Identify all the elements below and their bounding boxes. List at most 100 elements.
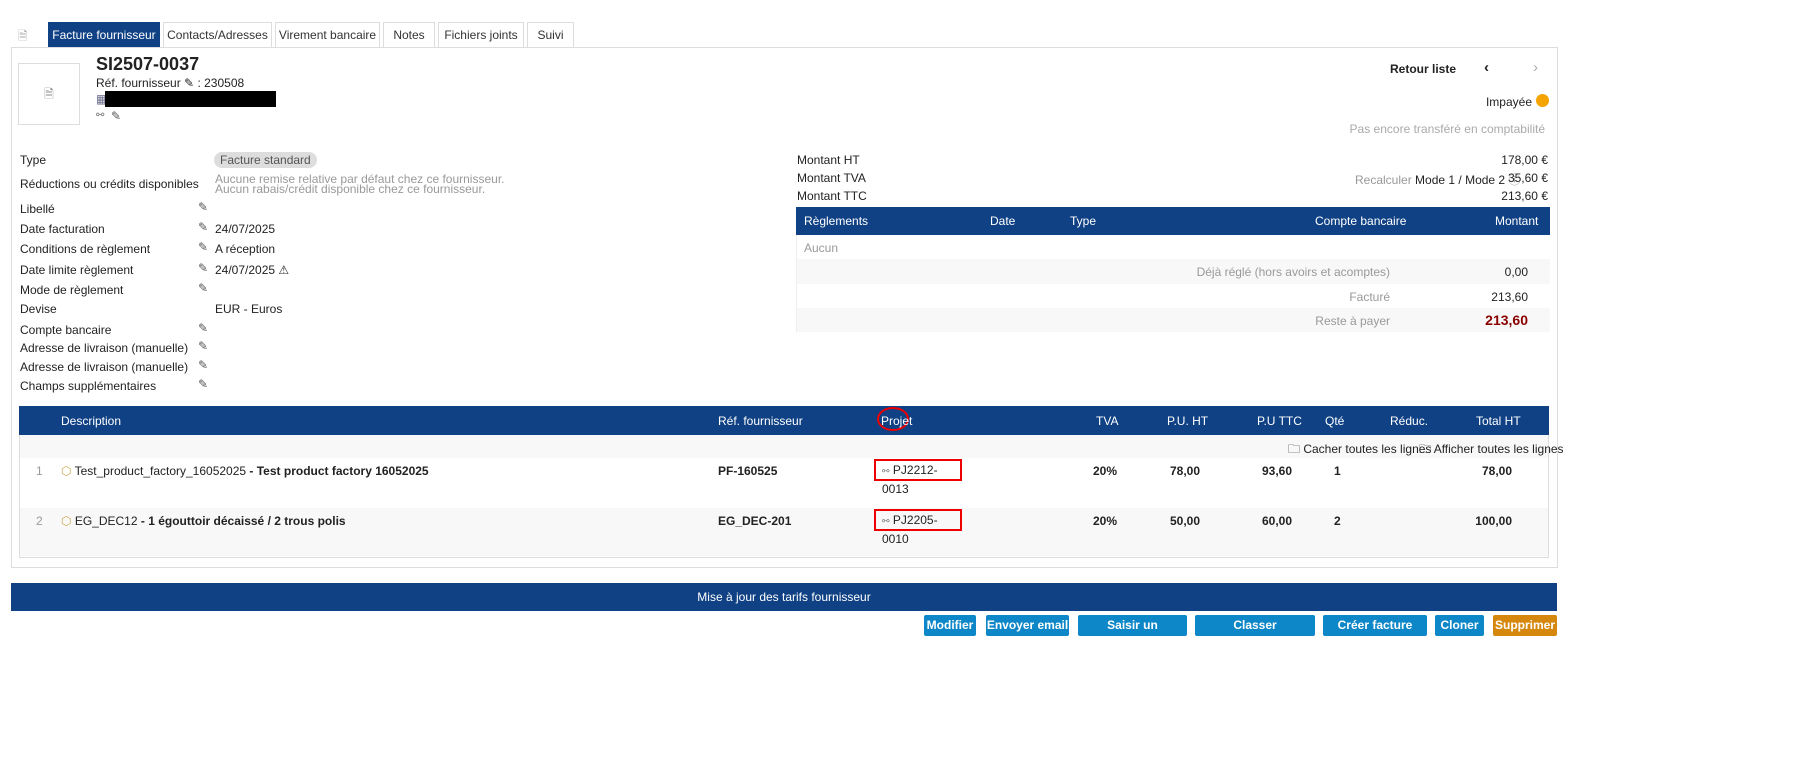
currency-label: Devise (20, 302, 57, 316)
line-qty: 1 (1334, 464, 1341, 478)
bank-account-label: Compte bancaire (20, 323, 112, 337)
paid-label: Déjà réglé (hors avoirs et acomptes) (1196, 265, 1390, 279)
amount-tva-label: Montant TVA (797, 171, 866, 185)
currency: EUR - Euros (215, 302, 283, 316)
pencil-icon[interactable]: ✎ (198, 240, 208, 254)
col-supplier-ref: Réf. fournisseur (718, 414, 803, 428)
tab-suivi[interactable]: Suivi (527, 22, 574, 48)
delivery-address-label-2: Adresse de livraison (manuelle) (20, 360, 189, 374)
update-supplier-prices-button[interactable]: Mise à jour des tarifs fournisseur (11, 583, 1557, 611)
back-to-list-link[interactable]: Retour liste (1390, 62, 1456, 76)
pencil-icon[interactable]: ✎ (198, 261, 208, 275)
delivery-address-label: Adresse de livraison (manuelle) (20, 341, 189, 355)
col-total-ht: Total HT (1476, 414, 1521, 428)
billed-label: Facturé (1349, 290, 1390, 304)
col-tva: TVA (1096, 414, 1119, 428)
line-number: 2 (36, 514, 43, 528)
col-date: Date (990, 214, 1016, 228)
tab-notes[interactable]: Notes (383, 22, 435, 48)
tab-fichiers[interactable]: Fichiers joints (438, 22, 524, 48)
invoice-icon: 🗎 (18, 29, 28, 43)
status-dot-icon (1536, 94, 1549, 107)
pencil-icon[interactable]: ✎ (111, 109, 121, 123)
pencil-icon[interactable]: ✎ (198, 339, 208, 353)
col-project: Projet (881, 414, 913, 428)
product-label: - 1 égouttoir décaissé / 2 trous polis (137, 514, 346, 528)
clone-button[interactable]: Cloner (1435, 615, 1484, 636)
tab-facture[interactable]: Facture fournisseur (48, 22, 160, 48)
line-pu-ttc: 60,00 (1261, 514, 1292, 528)
col-amount: Montant (1495, 214, 1539, 228)
line-total: 100,00 (1475, 514, 1512, 528)
tab-contacts[interactable]: Contacts/Adresses (163, 22, 272, 48)
line-pu-ttc: 93,60 (1261, 464, 1292, 478)
modify-button[interactable]: Modifier (924, 615, 976, 636)
pencil-icon[interactable]: ✎ (198, 321, 208, 335)
pencil-icon[interactable]: ✎ (198, 200, 208, 214)
amount-ttc-label: Montant TTC (797, 189, 867, 203)
col-pu-ttc: P.U TTC (1257, 414, 1302, 428)
col-bank: Compte bancaire (1315, 214, 1407, 228)
hide-all-lines-link[interactable]: 🗀 Cacher toutes les lignes (1288, 440, 1431, 461)
delete-button[interactable]: Supprimer (1493, 615, 1557, 636)
classify-abandoned-button[interactable]: Classer 'Abandonnée' (1195, 615, 1315, 653)
create-credit-note-button[interactable]: Créer facture avoir (1323, 615, 1427, 653)
type-badge: Facture standard (214, 152, 317, 168)
product-icon: ⬡ (61, 514, 72, 528)
pencil-icon[interactable]: ✎ (198, 281, 208, 295)
col-description: Description (61, 414, 122, 428)
supplier-ref-label: Réf. fournisseur (96, 76, 181, 90)
supplier-ref: : 230508 (197, 76, 245, 90)
line-tva: 20% (1093, 464, 1118, 478)
pencil-icon[interactable]: ✎ (184, 76, 194, 90)
extra-fields-label: Champs supplémentaires (20, 379, 157, 393)
line-number: 1 (36, 464, 43, 478)
due-date: 24/07/2025 ⚠ (215, 263, 290, 277)
pencil-icon[interactable]: ✎ (198, 358, 208, 372)
next-icon[interactable]: › (1533, 59, 1538, 76)
invoice-date-label: Date facturation (20, 222, 105, 236)
credit-info: Aucun rabais/crédit disponible chez ce f… (215, 182, 486, 196)
pencil-icon[interactable]: ✎ (198, 220, 208, 234)
no-payments: Aucun (804, 241, 839, 255)
pencil-icon[interactable]: ✎ (198, 377, 208, 391)
col-payments: Règlements (804, 214, 869, 228)
payment-terms: A réception (215, 242, 276, 256)
amount-ht: 178,00 € (1501, 153, 1548, 167)
remain-amount: 213,60 (1485, 312, 1528, 328)
product-link[interactable]: Test_product_factory_16052025 (75, 464, 246, 478)
line-tva: 20% (1093, 514, 1118, 528)
line-pu-ht: 50,00 (1169, 514, 1200, 528)
project-icon: ⚯ (882, 466, 890, 476)
send-email-button[interactable]: Envoyer email (986, 615, 1069, 636)
remain-label: Reste à payer (1315, 314, 1390, 328)
product-link[interactable]: EG_DEC12 (75, 514, 138, 528)
project-link[interactable]: ⚯ PJ2205-0010 (874, 509, 962, 546)
invoice-date: 24/07/2025 (215, 222, 276, 236)
type-label: Type (20, 153, 47, 167)
product-icon: ⬡ (61, 464, 72, 478)
col-pu-ht: P.U. HT (1167, 414, 1209, 428)
previous-icon[interactable]: ‹ (1484, 59, 1489, 76)
col-type: Type (1070, 214, 1097, 228)
amount-ht-label: Montant HT (797, 153, 860, 167)
enter-payment-button[interactable]: Saisir un règlement (1078, 615, 1187, 653)
billed-amount: 213,60 (1491, 290, 1528, 304)
accounting-status: Pas encore transféré en comptabilité (1349, 122, 1545, 136)
status-badge: Impayée (1485, 95, 1532, 109)
recalc-label: Recalculer (1355, 173, 1412, 187)
col-discount: Réduc. (1390, 414, 1429, 428)
discounts-label: Réductions ou crédits disponibles (20, 177, 199, 191)
line-supplier-ref: PF-160525 (718, 464, 778, 478)
product-label: - Test product factory 16052025 (246, 464, 429, 478)
invoice-thumbnail-icon: 🗎 (18, 63, 80, 125)
line-pu-ht: 78,00 (1169, 464, 1200, 478)
tab-virement[interactable]: Virement bancaire (275, 22, 380, 48)
redacted-supplier (105, 91, 276, 107)
amount-ttc: 213,60 € (1501, 189, 1548, 203)
due-date-label: Date limite règlement (20, 263, 134, 277)
project-link[interactable]: ⚯ PJ2212-0013 (874, 459, 962, 496)
label-label: Libellé (20, 202, 55, 216)
line-total: 78,00 (1481, 464, 1512, 478)
show-all-lines-link[interactable]: 🗀 Afficher toutes les lignes (1419, 440, 1564, 461)
